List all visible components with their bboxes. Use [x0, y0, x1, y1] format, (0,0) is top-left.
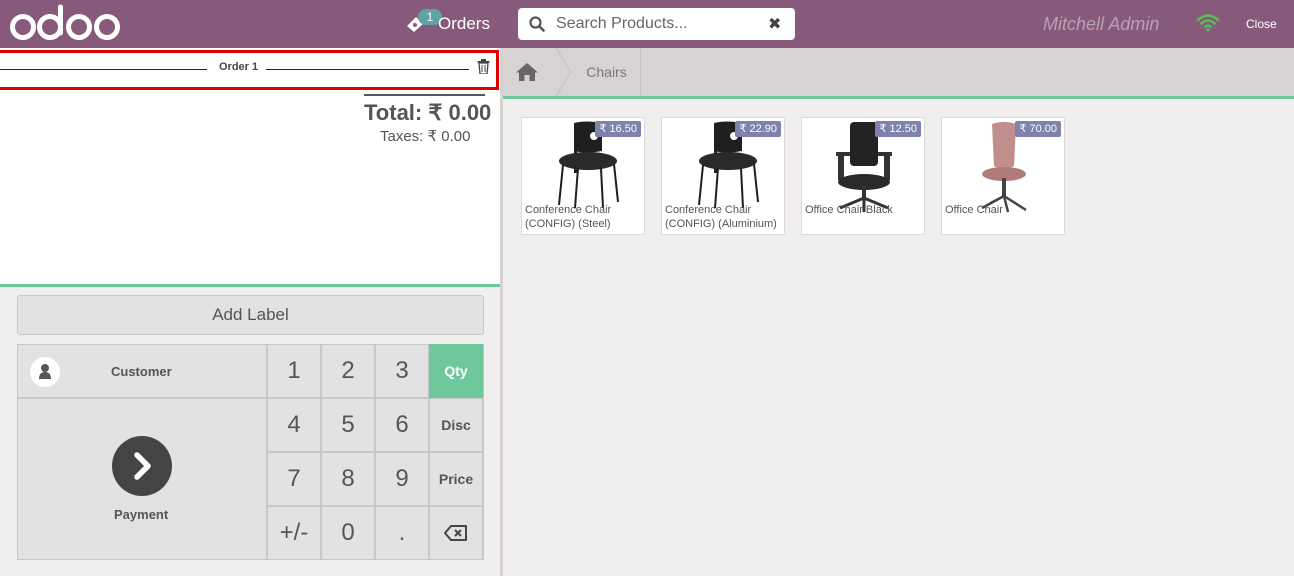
backspace-button[interactable] [429, 506, 483, 560]
numpad-key-6[interactable]: 6 [375, 398, 429, 452]
wifi-icon [1197, 14, 1219, 32]
numpad-key-7[interactable]: 7 [267, 452, 321, 506]
backspace-icon [444, 525, 467, 541]
numpad-key-plus-minus[interactable]: +/- [267, 506, 321, 560]
product-card[interactable]: ₹ 22.90 Conference Chair (CONFIG) (Alumi… [661, 117, 785, 235]
breadcrumb-separator [555, 48, 572, 96]
search-icon [529, 16, 545, 32]
qty-mode-button[interactable]: Qty [429, 344, 483, 398]
search-input[interactable] [556, 12, 756, 36]
product-price-tag: ₹ 22.90 [735, 121, 781, 137]
total-underline [364, 94, 485, 96]
product-name: Conference Chair (CONFIG) (Aluminium) [665, 204, 777, 230]
disc-mode-button[interactable]: Disc [429, 398, 483, 452]
product-price-tag: ₹ 70.00 [1015, 121, 1061, 137]
numpad-key-9[interactable]: 9 [375, 452, 429, 506]
order-tab-title: Order 1 [219, 61, 259, 73]
user-icon [39, 364, 51, 379]
breadcrumb-home[interactable] [503, 48, 555, 96]
breadcrumb-underline [503, 96, 1294, 99]
pane-divider [500, 48, 503, 576]
numpad-key-5[interactable]: 5 [321, 398, 375, 452]
home-icon [516, 63, 538, 81]
close-button[interactable]: Close [1246, 17, 1277, 31]
breadcrumb-category[interactable]: Chairs [573, 48, 641, 96]
numpad-key-8[interactable]: 8 [321, 452, 375, 506]
orders-label: Orders [438, 14, 490, 33]
order-taxes: Taxes: ₹ 0.00 [380, 128, 471, 145]
product-name: Conference Chair (CONFIG) (Steel) [525, 204, 612, 230]
numpad-key-0[interactable]: 0 [321, 506, 375, 560]
order-separator [0, 284, 500, 287]
numpad-key-1[interactable]: 1 [267, 344, 321, 398]
numpad-key-3[interactable]: 3 [375, 344, 429, 398]
numpad-key-2[interactable]: 2 [321, 344, 375, 398]
order-tab-line [0, 69, 207, 70]
product-card[interactable]: ₹ 12.50 Office Chair Black [801, 117, 925, 235]
cashier-name[interactable]: Mitchell Admin [1043, 14, 1159, 35]
chevron-right-icon [134, 452, 151, 480]
customer-label: Customer [111, 364, 172, 379]
customer-button[interactable]: Customer [17, 344, 267, 398]
order-total: Total: ₹ 0.00 [364, 100, 492, 125]
orders-button[interactable]: 1 Orders [404, 8, 494, 40]
numpad-key-4[interactable]: 4 [267, 398, 321, 452]
clear-search-icon[interactable]: ✖ [768, 15, 781, 33]
avatar [30, 357, 60, 387]
payment-circle [112, 436, 172, 496]
product-card[interactable]: ₹ 16.50 Conference Chair (CONFIG) (Steel… [521, 117, 645, 235]
order-tab-selected[interactable]: Order 1 [0, 50, 499, 90]
payment-label: Payment [114, 507, 169, 522]
trash-icon[interactable] [477, 59, 490, 74]
numpad-key-decimal[interactable]: . [375, 506, 429, 560]
search-box: ✖ [518, 8, 795, 40]
add-label-button[interactable]: Add Label [17, 295, 484, 335]
odoo-logo [10, 4, 120, 40]
product-price-tag: ₹ 12.50 [875, 121, 921, 137]
product-card[interactable]: ₹ 70.00 Office Chair [941, 117, 1065, 235]
product-name: Office Chair Black [805, 204, 893, 216]
order-tab-line [266, 69, 469, 70]
payment-button[interactable]: Payment [17, 398, 267, 560]
product-name: Office Chair [945, 204, 1003, 216]
top-bar: 1 Orders ✖ Mitchell Admin Close [0, 0, 1294, 48]
price-mode-button[interactable]: Price [429, 452, 483, 506]
product-price-tag: ₹ 16.50 [595, 121, 641, 137]
